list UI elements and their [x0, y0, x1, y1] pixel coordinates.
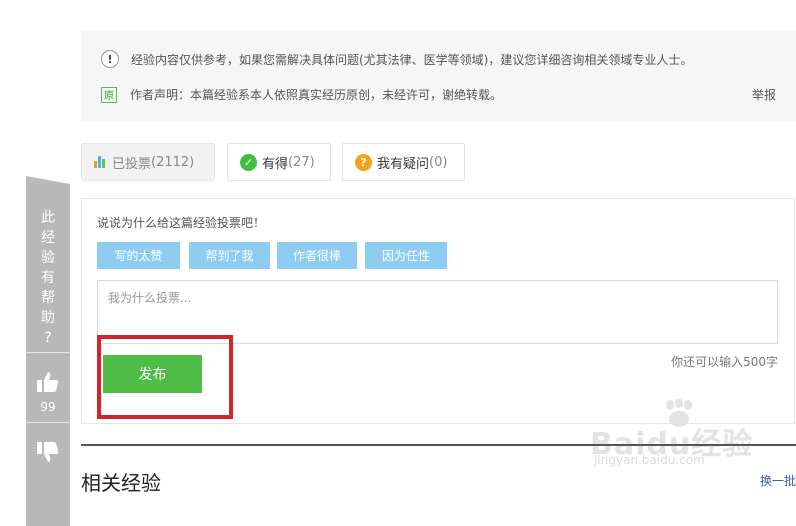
- ribbon-divider: [26, 352, 70, 353]
- tab-useful[interactable]: ✓ 有得 (27): [227, 143, 331, 181]
- tab-question-label: 我有疑问: [377, 156, 430, 172]
- ribbon-char: 验: [41, 250, 55, 266]
- tab-question-count: (0): [429, 154, 448, 170]
- statement-text: 作者声明：本篇经验系本人依照真实经历原创，未经许可，谢绝转载。: [130, 88, 503, 102]
- tab-useful-count: (27): [288, 154, 315, 170]
- ribbon-fold: [26, 176, 70, 184]
- tab-voted-count: (2112): [151, 154, 195, 170]
- reason-button-author[interactable]: 作者很棒: [277, 242, 357, 269]
- check-icon: ✓: [240, 153, 257, 171]
- tab-useful-label: 有得: [262, 156, 289, 172]
- baidu-watermark: Baidu经验 jingyan.baidu.com: [590, 399, 753, 467]
- statement-row: 原 作者声明：本篇经验系本人依照真实经历原创，未经许可，谢绝转载。 举报: [101, 86, 776, 103]
- char-remaining: 你还可以输入500字: [671, 355, 778, 369]
- ribbon-char: 经: [41, 230, 55, 246]
- section-divider: [81, 444, 796, 446]
- tab-voted[interactable]: 已投票 (2112): [81, 143, 215, 181]
- report-link[interactable]: 举报: [752, 86, 776, 103]
- question-icon: ?: [355, 153, 372, 171]
- ribbon-char: 有: [41, 270, 55, 286]
- thumbs-down-button[interactable]: [26, 426, 70, 486]
- tab-voted-label: 已投票: [112, 156, 152, 172]
- ribbon-char: 助: [41, 310, 55, 326]
- thumbs-up-icon: [37, 372, 59, 392]
- refresh-link[interactable]: 换一批: [760, 472, 796, 489]
- ribbon-body: 此 经 验 有 帮 助 ? 99: [26, 184, 70, 526]
- original-icon: 原: [101, 86, 117, 103]
- vote-prompt: 说说为什么给这篇经验投票吧！: [97, 216, 266, 230]
- thumbs-up-button[interactable]: 99: [26, 360, 70, 420]
- ribbon-divider: [26, 422, 70, 423]
- reason-button-great[interactable]: 写的太赞: [97, 242, 180, 269]
- exclamation-icon: !: [101, 50, 119, 68]
- disclaimer-text: 经验内容仅供参考，如果您需解决具体问题(尤其法律、医学等领域)，建议您详细咨询相…: [131, 52, 693, 67]
- thumbs-down-icon: [37, 442, 59, 462]
- reason-button-whim[interactable]: 因为任性: [365, 242, 447, 269]
- helpful-question: 此 经 验 有 帮 助 ?: [26, 208, 70, 348]
- notice-box: ! 经验内容仅供参考，如果您需解决具体问题(尤其法律、医学等领域)，建议您详细咨…: [81, 30, 796, 122]
- bar-chart-icon: [94, 156, 106, 168]
- reason-button-helped[interactable]: 帮到了我: [189, 242, 270, 269]
- ribbon-char: 此: [41, 210, 55, 226]
- watermark-url: jingyan.baidu.com: [594, 453, 705, 467]
- ribbon-char: ?: [44, 330, 52, 346]
- thumbs-up-count: 99: [40, 400, 56, 414]
- paw-icon: [666, 399, 692, 427]
- disclaimer-row: ! 经验内容仅供参考，如果您需解决具体问题(尤其法律、医学等领域)，建议您详细咨…: [101, 50, 692, 68]
- tab-question[interactable]: ? 我有疑问 (0): [342, 143, 465, 181]
- ribbon-char: 帮: [41, 290, 55, 306]
- highlight-box: [97, 335, 233, 419]
